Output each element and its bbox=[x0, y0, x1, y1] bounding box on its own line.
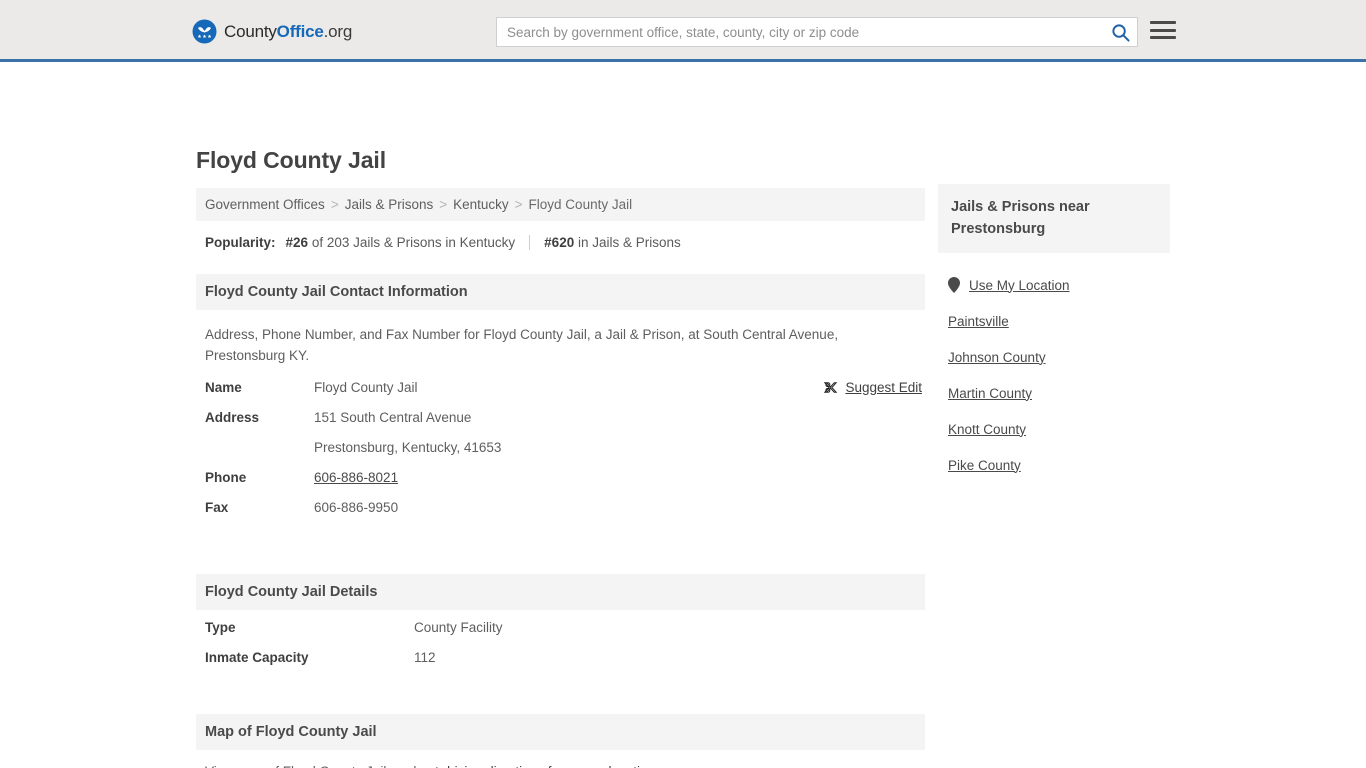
search-bar[interactable] bbox=[496, 17, 1138, 47]
sidebar-link-pike-county[interactable]: Pike County bbox=[948, 458, 1021, 473]
map-pin-icon bbox=[948, 277, 960, 293]
popularity-divider bbox=[529, 235, 531, 250]
popularity-row: Popularity: #26 of 203 Jails & Prisons i… bbox=[196, 221, 925, 262]
contact-info-table: Suggest Edit Name Floyd County Jail Addr… bbox=[196, 374, 925, 530]
contact-section-heading: Floyd County Jail Contact Information bbox=[196, 274, 925, 310]
search-button[interactable] bbox=[1103, 18, 1137, 46]
contact-key-name: Name bbox=[205, 380, 242, 395]
contact-row-phone: Phone 606-886-8021 bbox=[205, 470, 916, 500]
sidebar-item-knott-county[interactable]: Knott County bbox=[938, 411, 1170, 447]
details-key-type: Type bbox=[205, 620, 236, 635]
details-row-capacity: Inmate Capacity 112 bbox=[205, 650, 916, 680]
hamburger-bar-1 bbox=[1150, 21, 1176, 24]
popularity-national-rank: #620 bbox=[544, 235, 575, 250]
contact-value-phone-wrap: 606-886-8021 bbox=[314, 470, 398, 485]
logo-text-office: Office bbox=[276, 21, 324, 41]
contact-row-citystatezip: Prestonsburg, Kentucky, 41653 bbox=[205, 440, 916, 470]
details-value-capacity: 112 bbox=[414, 650, 436, 665]
breadcrumb-separator-3: > bbox=[514, 197, 523, 212]
map-description: View map of Floyd County Jail, and get d… bbox=[196, 750, 925, 768]
breadcrumb-item-government-offices[interactable]: Government Offices bbox=[205, 197, 325, 212]
countyoffice-eagle-logo-icon bbox=[192, 19, 217, 44]
sidebar-link-use-my-location[interactable]: Use My Location bbox=[969, 278, 1070, 293]
contact-key-fax: Fax bbox=[205, 500, 229, 515]
logo-text-org: .org bbox=[323, 21, 353, 41]
sidebar-link-knott-county[interactable]: Knott County bbox=[948, 422, 1026, 437]
logo-text-county: County bbox=[224, 21, 277, 41]
site-logo[interactable]: CountyOffice.org bbox=[192, 19, 352, 44]
sidebar-item-johnson-county[interactable]: Johnson County bbox=[938, 339, 1170, 375]
breadcrumb-item-jails-prisons[interactable]: Jails & Prisons bbox=[345, 197, 434, 212]
contact-value-address: 151 South Central Avenue bbox=[314, 410, 472, 425]
page-title: Floyd County Jail bbox=[196, 147, 386, 173]
sidebar-item-use-my-location[interactable]: Use My Location bbox=[938, 267, 1170, 303]
sidebar: Jails & Prisons near Prestonsburg Use My… bbox=[938, 184, 1170, 483]
contact-key-address: Address bbox=[205, 410, 260, 425]
hamburger-bar-2 bbox=[1150, 28, 1176, 32]
main-content: Floyd County Jail Government Offices > J… bbox=[196, 146, 925, 768]
hamburger-menu-icon[interactable] bbox=[1150, 19, 1176, 41]
details-key-capacity: Inmate Capacity bbox=[205, 650, 309, 665]
contact-row-name: Name Floyd County Jail bbox=[205, 380, 916, 410]
sidebar-heading: Jails & Prisons near Prestonsburg bbox=[938, 184, 1170, 253]
contact-key-phone: Phone bbox=[205, 470, 247, 485]
suggest-edit-button[interactable]: Suggest Edit bbox=[823, 380, 922, 395]
details-table: Type County Facility Inmate Capacity 112 bbox=[196, 610, 925, 680]
popularity-state-rank: #26 bbox=[285, 235, 309, 250]
suggest-edit-label: Suggest Edit bbox=[845, 380, 922, 395]
search-input[interactable] bbox=[497, 18, 1103, 46]
contact-value-name: Floyd County Jail bbox=[314, 380, 418, 395]
details-row-type: Type County Facility bbox=[205, 620, 916, 650]
driving-directions-link[interactable]: get driving directions from your locatio… bbox=[420, 764, 655, 768]
sidebar-link-johnson-county[interactable]: Johnson County bbox=[948, 350, 1046, 365]
site-logo-text: CountyOffice.org bbox=[224, 22, 352, 42]
search-icon bbox=[1111, 23, 1130, 42]
sidebar-item-paintsville[interactable]: Paintsville bbox=[938, 303, 1170, 339]
breadcrumb-separator-2: > bbox=[439, 197, 448, 212]
contact-row-fax: Fax 606-886-9950 bbox=[205, 500, 916, 530]
details-section-heading: Floyd County Jail Details bbox=[196, 574, 925, 610]
details-value-type: County Facility bbox=[414, 620, 503, 635]
hamburger-bar-3 bbox=[1150, 36, 1176, 39]
sidebar-link-martin-county[interactable]: Martin County bbox=[948, 386, 1032, 401]
popularity-label: Popularity: bbox=[205, 235, 276, 250]
sidebar-link-paintsville[interactable]: Paintsville bbox=[948, 314, 1009, 329]
breadcrumb-item-current: Floyd County Jail bbox=[528, 197, 633, 212]
map-section-heading: Map of Floyd County Jail bbox=[196, 714, 925, 750]
breadcrumb-item-kentucky[interactable]: Kentucky bbox=[453, 197, 509, 212]
sidebar-links: Use My Location Paintsville Johnson Coun… bbox=[938, 253, 1170, 483]
breadcrumb-separator-1: > bbox=[330, 197, 339, 212]
edit-pencil-icon bbox=[824, 382, 838, 393]
popularity-state-text: of 203 Jails & Prisons in Kentucky bbox=[311, 235, 516, 250]
sidebar-item-pike-county[interactable]: Pike County bbox=[938, 447, 1170, 483]
map-description-before: View map of Floyd County Jail, and bbox=[205, 764, 420, 768]
contact-value-fax: 606-886-9950 bbox=[314, 500, 399, 515]
popularity-national-text: in Jails & Prisons bbox=[577, 235, 681, 250]
contact-value-citystatezip: Prestonsburg, Kentucky, 41653 bbox=[314, 440, 502, 455]
phone-link[interactable]: 606-886-8021 bbox=[314, 470, 398, 485]
sidebar-item-martin-county[interactable]: Martin County bbox=[938, 375, 1170, 411]
map-description-after: . bbox=[655, 764, 659, 768]
breadcrumb: Government Offices > Jails & Prisons > K… bbox=[196, 188, 925, 221]
contact-description: Address, Phone Number, and Fax Number fo… bbox=[205, 327, 839, 363]
site-header: CountyOffice.org bbox=[0, 0, 1366, 62]
contact-row-address: Address 151 South Central Avenue bbox=[205, 410, 916, 440]
